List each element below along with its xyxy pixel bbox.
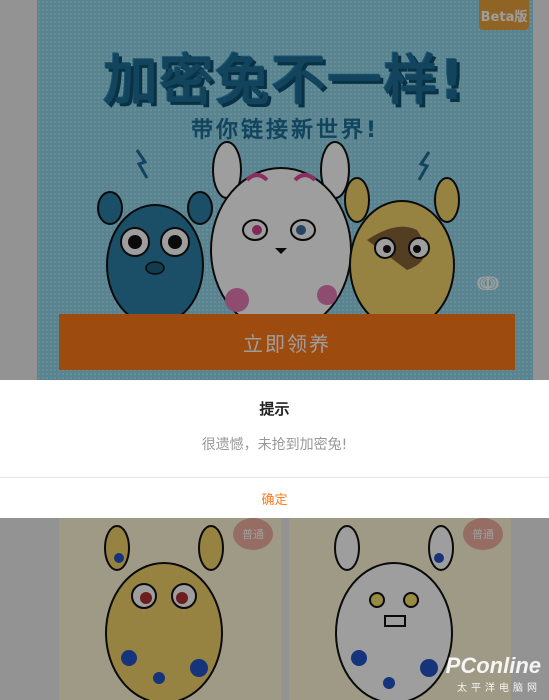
dialog-message: 很遗憾，未抢到加密兔! (201, 437, 348, 453)
alert-dialog: 提示 很遗憾，未抢到加密兔! 确定 (0, 380, 549, 518)
watermark-logo-text: PConline (445, 653, 541, 678)
watermark-subtitle: 太平洋电脑网 (457, 683, 541, 694)
dialog-title: 提示 (259, 400, 290, 418)
pconline-watermark: PConline 太平洋电脑网 (446, 653, 541, 694)
confirm-button[interactable]: 确定 (0, 478, 549, 518)
modal-overlay[interactable] (0, 0, 549, 700)
